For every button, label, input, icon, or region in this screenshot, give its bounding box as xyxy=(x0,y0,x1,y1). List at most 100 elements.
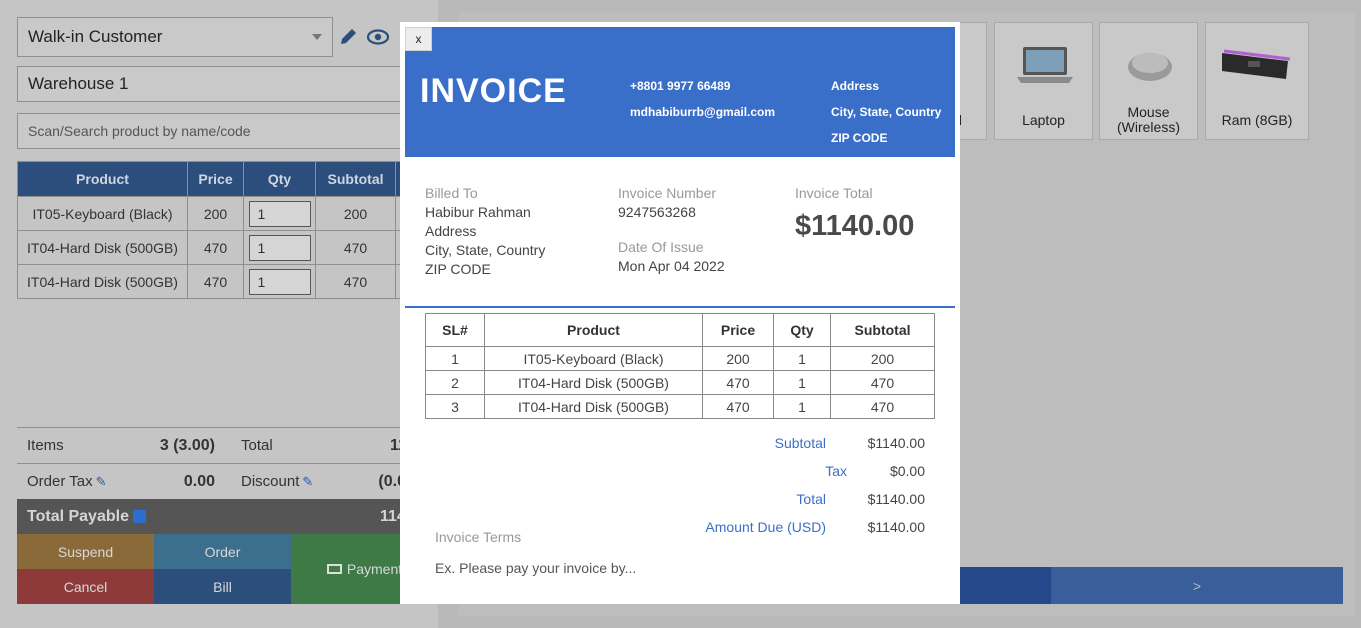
tax-value: $0.00 xyxy=(889,463,925,479)
payable-info-icon[interactable] xyxy=(132,510,146,524)
payment-label: Payment xyxy=(346,561,403,577)
cell-sl: 1 xyxy=(425,346,485,371)
total-value-invoice: $1140.00 xyxy=(867,491,925,507)
table-row: 2 IT04-Hard Disk (500GB) 470 1 470 xyxy=(425,370,935,395)
eye-icon xyxy=(367,29,389,45)
next-page-button[interactable]: > xyxy=(1051,567,1343,604)
cart-header-subtotal: Subtotal xyxy=(315,161,396,197)
cell-sl: 3 xyxy=(425,394,485,419)
amount-due-label: Amount Due (USD) xyxy=(705,519,826,535)
cell-product: IT05-Keyboard (Black) xyxy=(484,346,703,371)
suspend-button[interactable]: Suspend xyxy=(17,534,154,569)
bill-button[interactable]: Bill xyxy=(154,569,291,604)
order-tax-label: Order Tax xyxy=(27,473,93,490)
order-tax-cell: Order Tax ✎ xyxy=(17,473,127,490)
cart-cell-subtotal: 200 xyxy=(315,196,396,231)
product-search-input[interactable]: Scan/Search product by name/code xyxy=(17,113,438,149)
cart-cell-price: 470 xyxy=(187,264,244,299)
customer-row: Walk-in Customer xyxy=(17,17,438,57)
cart-cell-subtotal: 470 xyxy=(315,264,396,299)
cart-row: IT04-Hard Disk (500GB) 470 1 470 xyxy=(17,230,438,265)
cart-cell-qty: 1 xyxy=(243,196,316,231)
product-name: Ram (8GB) xyxy=(1221,112,1293,128)
product-card[interactable]: Laptop xyxy=(994,22,1093,140)
product-card[interactable]: Ram (8GB) xyxy=(1205,22,1309,140)
qty-input[interactable]: 1 xyxy=(248,200,311,227)
cart-cell-qty: 1 xyxy=(243,230,316,265)
cart-table: Product Price Qty Subtotal IT05-Keyboard… xyxy=(17,161,438,299)
invoice-number: 9247563268 xyxy=(618,204,696,220)
subtotal-value: $1140.00 xyxy=(867,435,925,451)
total-label-invoice: Total xyxy=(796,491,826,507)
mouse-icon xyxy=(1128,53,1172,81)
totals-row-tax: Order Tax✎ 0.00 Discount✎ (0.00) 0. xyxy=(17,463,438,499)
customer-select[interactable]: Walk-in Customer xyxy=(17,17,333,57)
items-header-sl: SL# xyxy=(425,313,485,347)
cart-row: IT04-Hard Disk (500GB) 470 1 470 xyxy=(17,264,438,299)
items-label: Items xyxy=(27,437,64,454)
cart-row: IT05-Keyboard (Black) 200 1 200 xyxy=(17,196,438,231)
billed-to-city: City, State, Country xyxy=(425,242,546,258)
date-of-issue: Mon Apr 04 2022 xyxy=(618,258,725,274)
amount-due-value: $1140.00 xyxy=(867,519,925,535)
warehouse-select[interactable]: Warehouse 1 xyxy=(17,66,438,102)
cart-cell-product: IT05-Keyboard (Black) xyxy=(17,196,188,231)
billed-to-name: Habibur Rahman xyxy=(425,204,531,220)
cell-product: IT04-Hard Disk (500GB) xyxy=(484,370,703,395)
total-payable-label-wrap: Total Payable xyxy=(27,508,146,526)
qty-input[interactable]: 1 xyxy=(248,234,311,261)
order-button[interactable]: Order xyxy=(154,534,291,569)
discount-label: Discount xyxy=(241,473,300,490)
cart-cell-price: 470 xyxy=(187,230,244,265)
cart-totals: Items 3 (3.00) Total 1140.0 Order Tax✎ 0… xyxy=(17,427,438,535)
invoice-header: INVOICE +8801 9977 66489 mdhabiburrb@gma… xyxy=(405,27,955,157)
laptop-icon xyxy=(1017,47,1073,83)
cell-subtotal: 470 xyxy=(830,370,935,395)
cell-qty: 1 xyxy=(773,394,831,419)
company-email: mdhabiburrb@gmail.com xyxy=(630,105,776,119)
invoice-number-label: Invoice Number xyxy=(618,185,717,201)
product-card[interactable]: Mouse (Wireless) xyxy=(1099,22,1198,140)
edit-tax-icon[interactable]: ✎ xyxy=(96,474,107,489)
table-row: 1 IT05-Keyboard (Black) 200 1 200 xyxy=(425,346,935,371)
invoice-items-table: SL# Product Price Qty Subtotal 1 IT05-Ke… xyxy=(425,313,935,419)
items-header-product: Product xyxy=(484,313,703,347)
cell-product: IT04-Hard Disk (500GB) xyxy=(484,394,703,419)
close-button[interactable]: x xyxy=(405,27,432,51)
action-buttons: Suspend Order Payment Cancel Bill xyxy=(17,534,438,604)
edit-discount-icon[interactable]: ✎ xyxy=(302,474,313,489)
edit-customer-button[interactable] xyxy=(333,17,363,57)
invoice-total-amount: $1140.00 xyxy=(795,210,915,242)
total-payable-label: Total Payable xyxy=(27,508,129,525)
items-header-price: Price xyxy=(702,313,774,347)
total-label: Total xyxy=(241,437,273,454)
cart-header-price: Price xyxy=(187,161,244,197)
cart-cell-product: IT04-Hard Disk (500GB) xyxy=(17,230,188,265)
cell-sl: 2 xyxy=(425,370,485,395)
cart-cell-product: IT04-Hard Disk (500GB) xyxy=(17,264,188,299)
table-row: 3 IT04-Hard Disk (500GB) 470 1 470 xyxy=(425,394,935,419)
payment-icon xyxy=(326,564,342,574)
invoice-total-label: Invoice Total xyxy=(795,185,873,201)
company-address: Address xyxy=(831,79,880,93)
qty-input[interactable]: 1 xyxy=(248,268,311,295)
view-customer-button[interactable] xyxy=(363,17,393,57)
date-of-issue-label: Date Of Issue xyxy=(618,239,704,255)
cell-price: 470 xyxy=(702,370,774,395)
cart-header-product: Product xyxy=(17,161,188,197)
cell-subtotal: 200 xyxy=(830,346,935,371)
cancel-button[interactable]: Cancel xyxy=(17,569,154,604)
cart-cell-subtotal: 470 xyxy=(315,230,396,265)
company-phone: +8801 9977 66489 xyxy=(630,79,731,93)
subtotal-label: Subtotal xyxy=(774,435,826,451)
billed-to-label: Billed To xyxy=(425,185,478,201)
total-payable-bar: Total Payable 1140.0 xyxy=(17,499,438,535)
billed-to-address: Address xyxy=(425,223,477,239)
invoice-modal: INVOICE +8801 9977 66489 mdhabiburrb@gma… xyxy=(400,22,960,604)
discount-cell: Discount ✎ xyxy=(227,473,322,490)
cell-subtotal: 470 xyxy=(830,394,935,419)
cell-qty: 1 xyxy=(773,346,831,371)
cell-price: 200 xyxy=(702,346,774,371)
totals-row-items: Items 3 (3.00) Total 1140.0 xyxy=(17,427,438,463)
cart-cell-qty: 1 xyxy=(243,264,316,299)
